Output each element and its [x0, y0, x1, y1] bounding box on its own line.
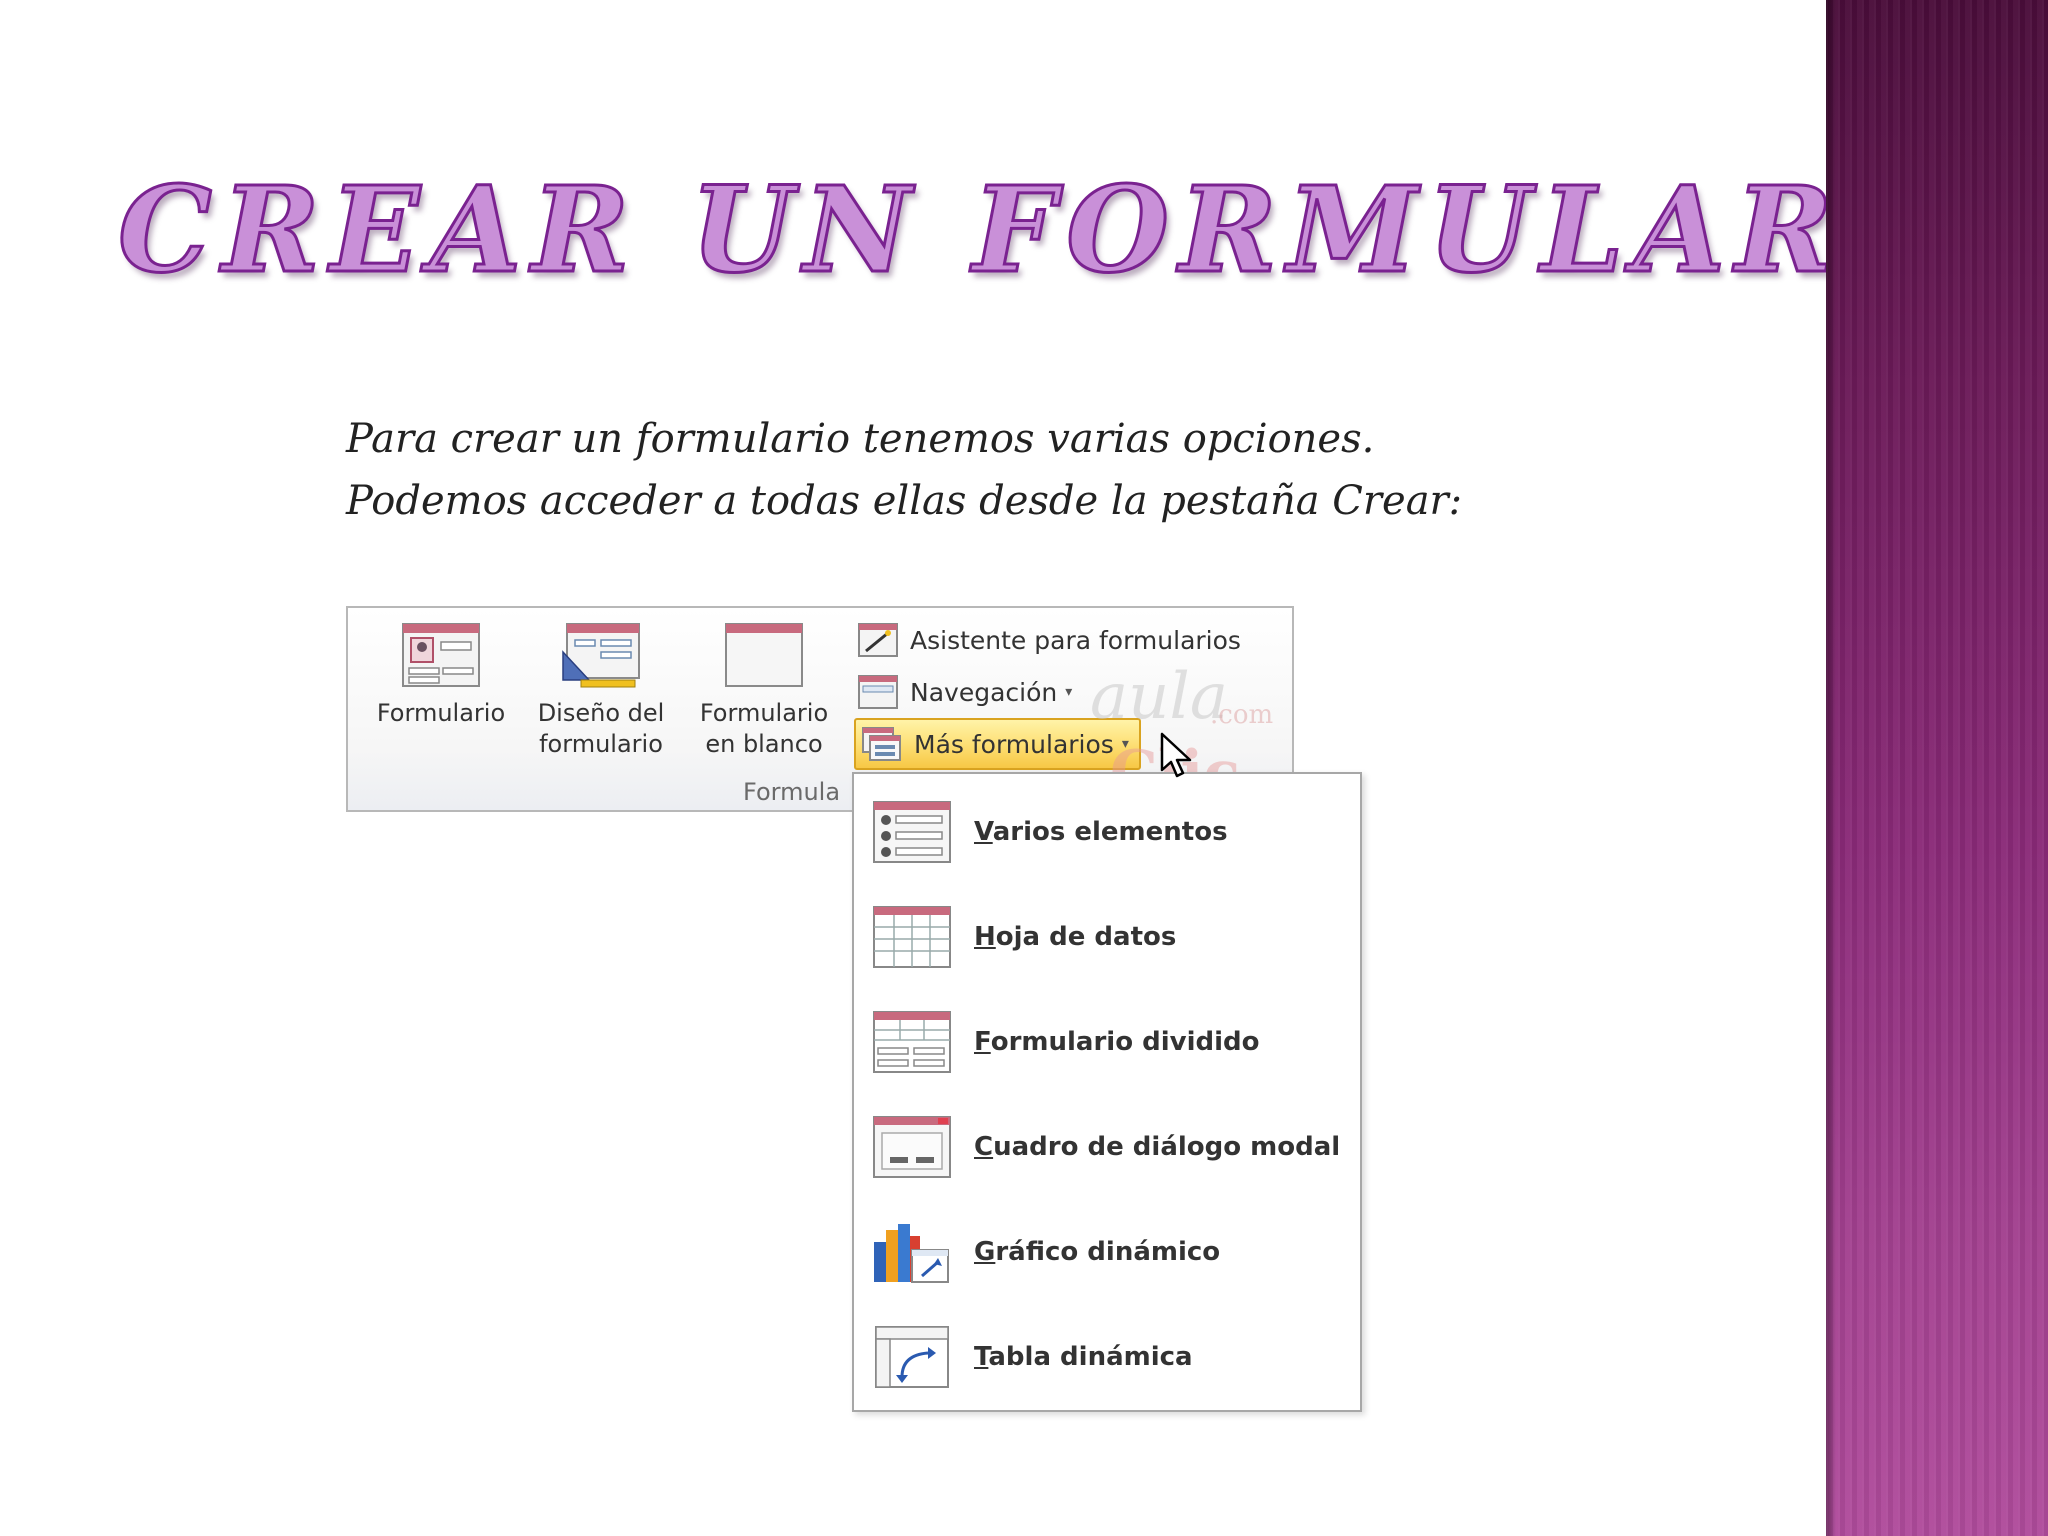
navigation-label: Navegación: [910, 677, 1058, 707]
blank-form-label-1: Formulario: [699, 699, 829, 727]
menu-item-label: Tabla dinámica: [974, 1342, 1193, 1372]
pivot-table-icon: [872, 1322, 952, 1392]
form-icon: [401, 622, 481, 688]
split-form-icon: [872, 1007, 952, 1077]
chevron-down-icon: ▾: [1065, 684, 1073, 700]
menu-item-pivot-chart[interactable]: Gráfico dinámico: [872, 1212, 1352, 1292]
more-forms-icon: [862, 726, 902, 762]
blank-form-label-2: en blanco: [705, 730, 823, 758]
form-design-label-2: formulario: [539, 730, 663, 758]
slide-body: Para crear un formulario tenemos varias …: [346, 408, 1546, 532]
menu-item-multiple-items[interactable]: Varios elementos: [872, 792, 1352, 872]
form-design-label-1: Diseño del: [537, 699, 665, 727]
body-line-1: Para crear un formulario tenemos varias …: [346, 416, 1375, 462]
navigation-button[interactable]: Navegación ▾: [858, 670, 1072, 714]
ribbon-group-label: Formula: [743, 778, 841, 806]
sidebar-edge: [1826, 0, 1836, 1536]
menu-item-label: Cuadro de diálogo modal: [974, 1132, 1341, 1162]
menu-item-label: Formulario dividido: [974, 1027, 1260, 1057]
form-design-icon: [561, 622, 641, 688]
menu-item-datasheet[interactable]: Hoja de datos: [872, 897, 1352, 977]
menu-item-modal-dialog[interactable]: Cuadro de diálogo modal: [872, 1107, 1352, 1187]
form-design-button[interactable]: Diseño del formulario: [526, 622, 676, 760]
form-button[interactable]: Formulario: [366, 622, 516, 729]
datasheet-icon: [872, 902, 952, 972]
menu-item-split-form[interactable]: Formulario dividido: [872, 1002, 1352, 1082]
form-wizard-button[interactable]: Asistente para formularios: [858, 618, 1241, 662]
body-line-2: Podemos acceder a todas ellas desde la p…: [346, 478, 1463, 524]
slide: Crear un formulario Para crear un formul…: [0, 0, 2022, 1536]
blank-form-button[interactable]: Formulario en blanco: [688, 622, 840, 760]
more-forms-label: Más formularios: [914, 729, 1114, 759]
menu-item-label: Varios elementos: [974, 817, 1228, 847]
blank-form-icon: [724, 622, 804, 688]
sidebar-stripes: [1826, 0, 2048, 1536]
modal-dialog-icon: [872, 1112, 952, 1182]
menu-item-label: Gráfico dinámico: [974, 1237, 1221, 1267]
more-forms-dropdown: Varios elementos Hoja de datos Formulari…: [852, 772, 1362, 1412]
chevron-down-icon: ▾: [1121, 736, 1129, 752]
pivot-chart-icon: [872, 1217, 952, 1287]
navigation-icon: [858, 674, 898, 710]
form-button-label: Formulario: [376, 699, 506, 727]
menu-item-label: Hoja de datos: [974, 922, 1177, 952]
decorative-sidebar: [1826, 0, 2048, 1536]
multiple-items-icon: [872, 797, 952, 867]
more-forms-button[interactable]: Más formularios ▾: [854, 718, 1141, 770]
form-wizard-label: Asistente para formularios: [910, 625, 1241, 655]
slide-title: Crear un formulario: [117, 159, 2022, 301]
mouse-cursor-icon: [1160, 732, 1194, 784]
form-wizard-icon: [858, 622, 898, 658]
menu-item-pivot-table[interactable]: Tabla dinámica: [872, 1317, 1352, 1397]
